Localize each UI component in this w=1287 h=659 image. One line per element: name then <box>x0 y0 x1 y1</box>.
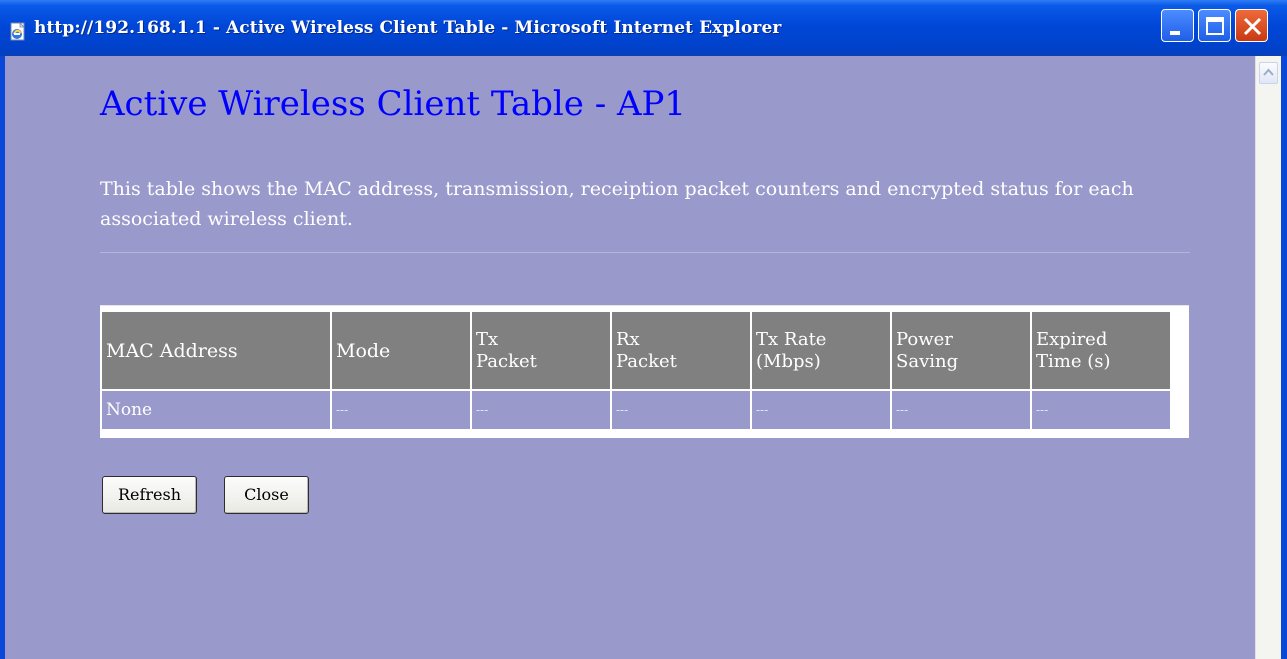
close-window-button[interactable] <box>1235 9 1268 42</box>
ie-page-icon <box>10 22 25 41</box>
page-description: This table shows the MAC address, transm… <box>100 178 1134 230</box>
page-content: Active Wireless Client Table - AP1 This … <box>5 56 1255 659</box>
vertical-scrollbar[interactable] <box>1255 56 1281 659</box>
header-label: Tx <box>476 328 499 350</box>
maximize-button[interactable] <box>1198 9 1231 42</box>
header-label: Expired <box>1036 328 1108 350</box>
maximize-icon <box>1206 17 1224 35</box>
table-row: None --- --- --- --- --- --- <box>102 391 1170 429</box>
client-table-container: MAC Address Mode Tx Packet Rx Packet Tx … <box>100 305 1189 438</box>
header-tx-packet: Tx Packet <box>472 312 610 389</box>
header-expired-time: Expired Time (s) <box>1032 312 1170 389</box>
header-tx-rate: Tx Rate (Mbps) <box>752 312 890 389</box>
header-label: Mode <box>336 339 391 362</box>
cell-power-saving: --- <box>892 391 1030 429</box>
chevron-up-icon <box>1263 68 1274 76</box>
header-label: Packet <box>476 350 537 372</box>
cell-rx-packet: --- <box>612 391 750 429</box>
client-table: MAC Address Mode Tx Packet Rx Packet Tx … <box>100 310 1172 431</box>
browser-window: http://192.168.1.1 - Active Wireless Cli… <box>0 0 1287 659</box>
header-power-saving: Power Saving <box>892 312 1030 389</box>
header-label: Tx Rate <box>756 328 827 350</box>
divider <box>100 252 1190 253</box>
scroll-up-button[interactable] <box>1259 62 1278 84</box>
close-button[interactable]: Close <box>224 476 309 514</box>
header-rx-packet: Rx Packet <box>612 312 750 389</box>
table-header-row: MAC Address Mode Tx Packet Rx Packet Tx … <box>102 312 1170 389</box>
header-label: Time (s) <box>1036 350 1111 372</box>
close-icon <box>1243 17 1262 36</box>
browser-content-area: Active Wireless Client Table - AP1 This … <box>5 56 1281 659</box>
header-label: (Mbps) <box>756 350 821 372</box>
header-label: Rx <box>616 328 640 350</box>
minimize-icon <box>1170 31 1180 35</box>
header-label: MAC Address <box>106 339 238 362</box>
header-label: Power <box>896 328 953 350</box>
cell-tx-rate: --- <box>752 391 890 429</box>
minimize-button[interactable] <box>1161 9 1194 42</box>
window-title: http://192.168.1.1 - Active Wireless Cli… <box>34 18 782 38</box>
cell-expired-time: --- <box>1032 391 1170 429</box>
cell-tx-packet: --- <box>472 391 610 429</box>
cell-mac-address: None <box>102 391 330 429</box>
header-label: Saving <box>896 350 959 372</box>
header-mode: Mode <box>332 312 470 389</box>
header-label: Packet <box>616 350 677 372</box>
page-title: Active Wireless Client Table - AP1 <box>100 84 687 124</box>
cell-mode: --- <box>332 391 470 429</box>
title-bar[interactable]: http://192.168.1.1 - Active Wireless Cli… <box>0 0 1287 56</box>
refresh-button[interactable]: Refresh <box>102 476 197 514</box>
header-mac-address: MAC Address <box>102 312 330 389</box>
